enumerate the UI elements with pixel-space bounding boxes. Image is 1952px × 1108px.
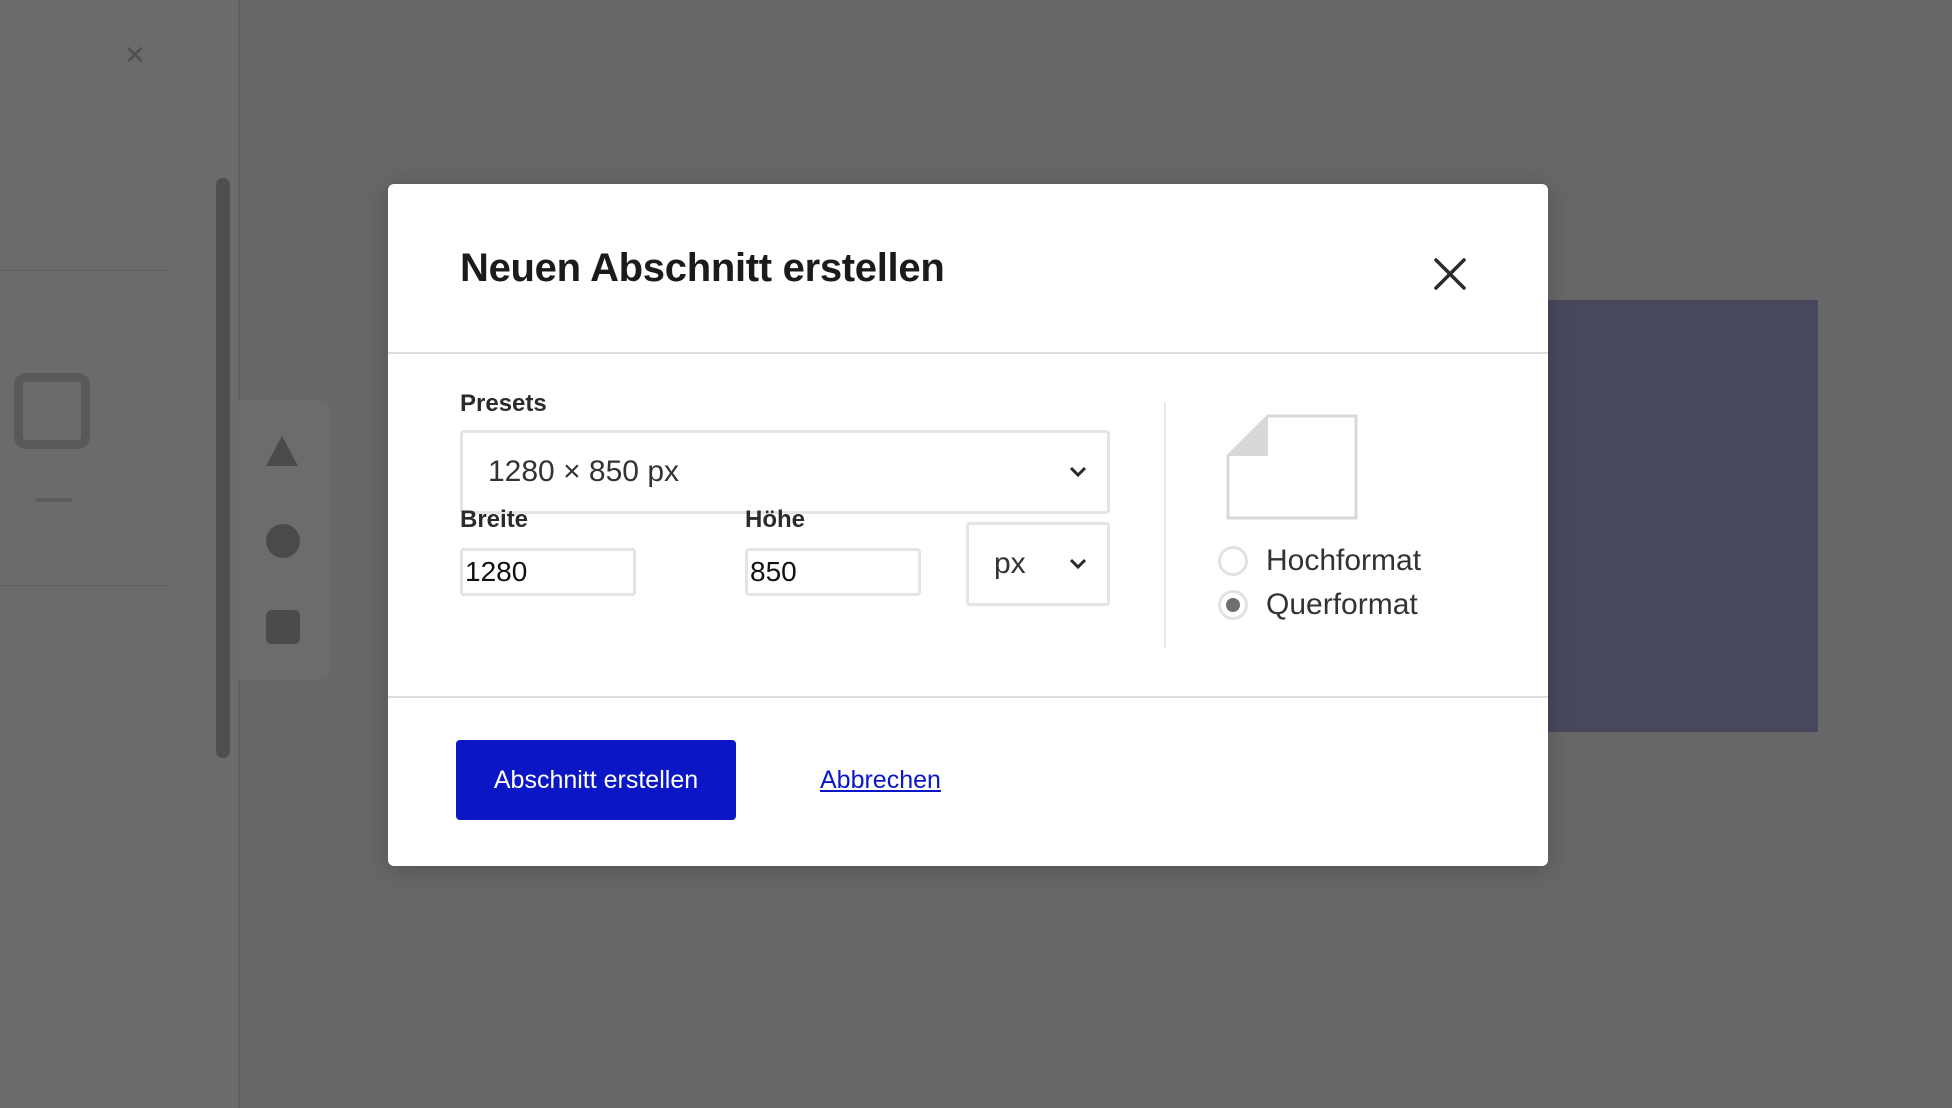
background-sidebar: ✕	[0, 0, 240, 1108]
presets-label: Presets	[460, 390, 547, 417]
background-frame-icon	[14, 373, 90, 449]
height-input[interactable]	[745, 548, 921, 596]
radio-portrait-button[interactable]	[1218, 546, 1248, 576]
background-frame-caption	[36, 498, 72, 502]
radio-landscape[interactable]: Querformat	[1218, 588, 1418, 622]
vertical-divider	[1164, 402, 1166, 648]
dialog-footer: Abschnitt erstellen Abbrechen	[388, 698, 1548, 866]
radio-landscape-label: Querformat	[1266, 588, 1418, 621]
create-section-button[interactable]: Abschnitt erstellen	[456, 740, 736, 820]
background-close-icon: ✕	[124, 40, 146, 70]
radio-portrait[interactable]: Hochformat	[1218, 544, 1421, 578]
page-landscape-icon	[1226, 414, 1358, 520]
background-divider	[0, 585, 170, 586]
width-input[interactable]	[460, 548, 636, 596]
dialog-header: Neuen Abschnitt erstellen	[388, 184, 1548, 354]
dialog-title: Neuen Abschnitt erstellen	[460, 246, 945, 290]
radio-selected-dot	[1226, 598, 1240, 612]
presets-selected-value: 1280 × 850 px	[488, 455, 680, 488]
triangle-tool-icon	[266, 436, 298, 466]
close-button[interactable]	[1422, 246, 1478, 302]
radio-portrait-label: Hochformat	[1266, 544, 1422, 577]
presets-select[interactable]: 1280 × 850 px	[460, 430, 1110, 514]
width-label: Breite	[460, 506, 529, 533]
chevron-down-icon	[1069, 466, 1087, 478]
close-icon	[1434, 258, 1466, 290]
background-divider	[0, 270, 170, 271]
background-toolbox	[238, 400, 330, 680]
background-canvas-section	[1540, 300, 1818, 732]
create-section-dialog: Neuen Abschnitt erstellen Presets 1280 ×…	[388, 184, 1548, 866]
square-tool-icon	[266, 610, 300, 644]
dialog-body: Presets 1280 × 850 px Breite Höhe px	[388, 354, 1548, 787]
unit-select[interactable]: px	[966, 522, 1110, 606]
radio-landscape-button[interactable]	[1218, 590, 1248, 620]
unit-selected-value: px	[994, 547, 1026, 580]
circle-tool-icon	[266, 524, 300, 558]
height-label: Höhe	[745, 506, 805, 533]
background-scrollbar	[216, 178, 230, 758]
chevron-down-icon	[1069, 558, 1087, 570]
cancel-link[interactable]: Abbrechen	[820, 766, 941, 795]
